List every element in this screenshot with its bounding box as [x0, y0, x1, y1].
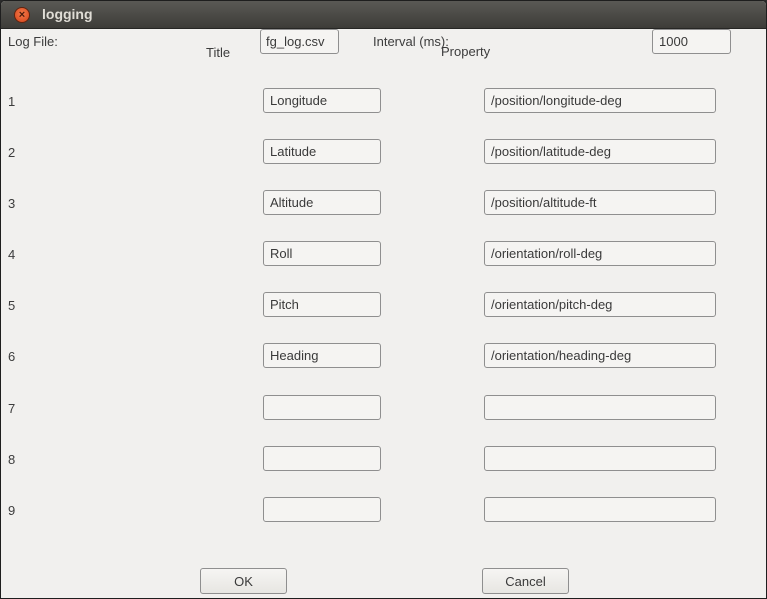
row-number: 9	[8, 503, 16, 518]
property-input[interactable]	[484, 88, 716, 113]
row-number: 5	[8, 298, 16, 313]
property-input[interactable]	[484, 139, 716, 164]
title-input[interactable]	[263, 88, 381, 113]
row-number: 2	[8, 145, 16, 160]
title-column-header: Title	[206, 45, 231, 60]
title-input[interactable]	[263, 446, 381, 471]
interval-input[interactable]	[652, 29, 731, 54]
title-input[interactable]	[263, 139, 381, 164]
row-number: 3	[8, 196, 16, 211]
row-number: 7	[8, 401, 16, 416]
row-number: 8	[8, 452, 16, 467]
title-bar[interactable]: × logging	[1, 1, 766, 29]
title-input[interactable]	[263, 292, 381, 317]
interval-label: Interval (ms):	[373, 34, 449, 49]
property-input[interactable]	[484, 292, 716, 317]
property-input[interactable]	[484, 343, 716, 368]
property-input[interactable]	[484, 241, 716, 266]
cancel-button[interactable]: Cancel	[482, 568, 569, 594]
logging-dialog: × logging Log File: Title Interval (ms):…	[0, 0, 767, 599]
row-number: 1	[8, 94, 16, 109]
property-input[interactable]	[484, 497, 716, 522]
log-file-input[interactable]	[260, 29, 339, 54]
property-input[interactable]	[484, 446, 716, 471]
row-number: 4	[8, 247, 16, 262]
ok-button[interactable]: OK	[200, 568, 287, 594]
title-input[interactable]	[263, 395, 381, 420]
close-icon[interactable]: ×	[14, 7, 30, 23]
row-number: 6	[8, 349, 16, 364]
property-input[interactable]	[484, 395, 716, 420]
title-input[interactable]	[263, 497, 381, 522]
window-title: logging	[42, 6, 93, 22]
title-input[interactable]	[263, 343, 381, 368]
property-input[interactable]	[484, 190, 716, 215]
title-input[interactable]	[263, 190, 381, 215]
title-input[interactable]	[263, 241, 381, 266]
log-file-label: Log File:	[8, 34, 58, 49]
property-column-header: Property	[441, 44, 491, 59]
